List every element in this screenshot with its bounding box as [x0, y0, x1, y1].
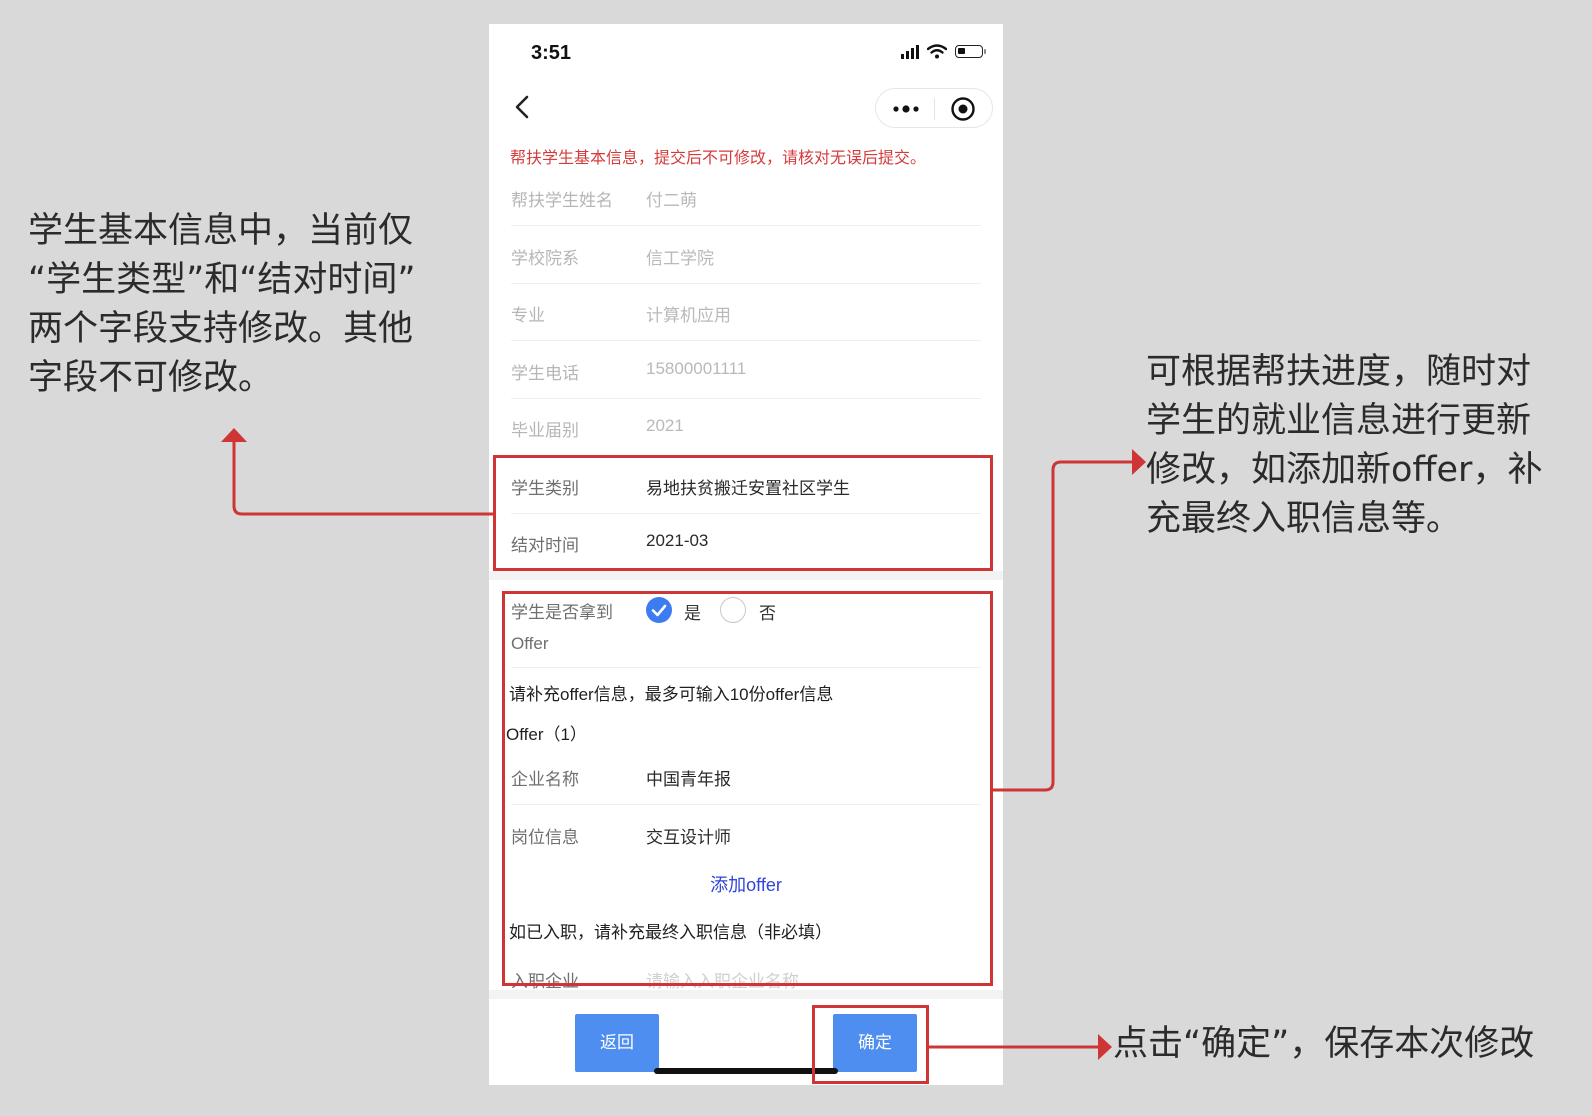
arrow-left-head	[221, 428, 247, 442]
arrow-right-head	[1132, 449, 1146, 475]
arrow-left	[232, 440, 493, 516]
annotation-arrows	[221, 428, 1146, 1060]
arrow-bottom-head	[1098, 1034, 1112, 1060]
arrow-right	[993, 460, 1134, 792]
